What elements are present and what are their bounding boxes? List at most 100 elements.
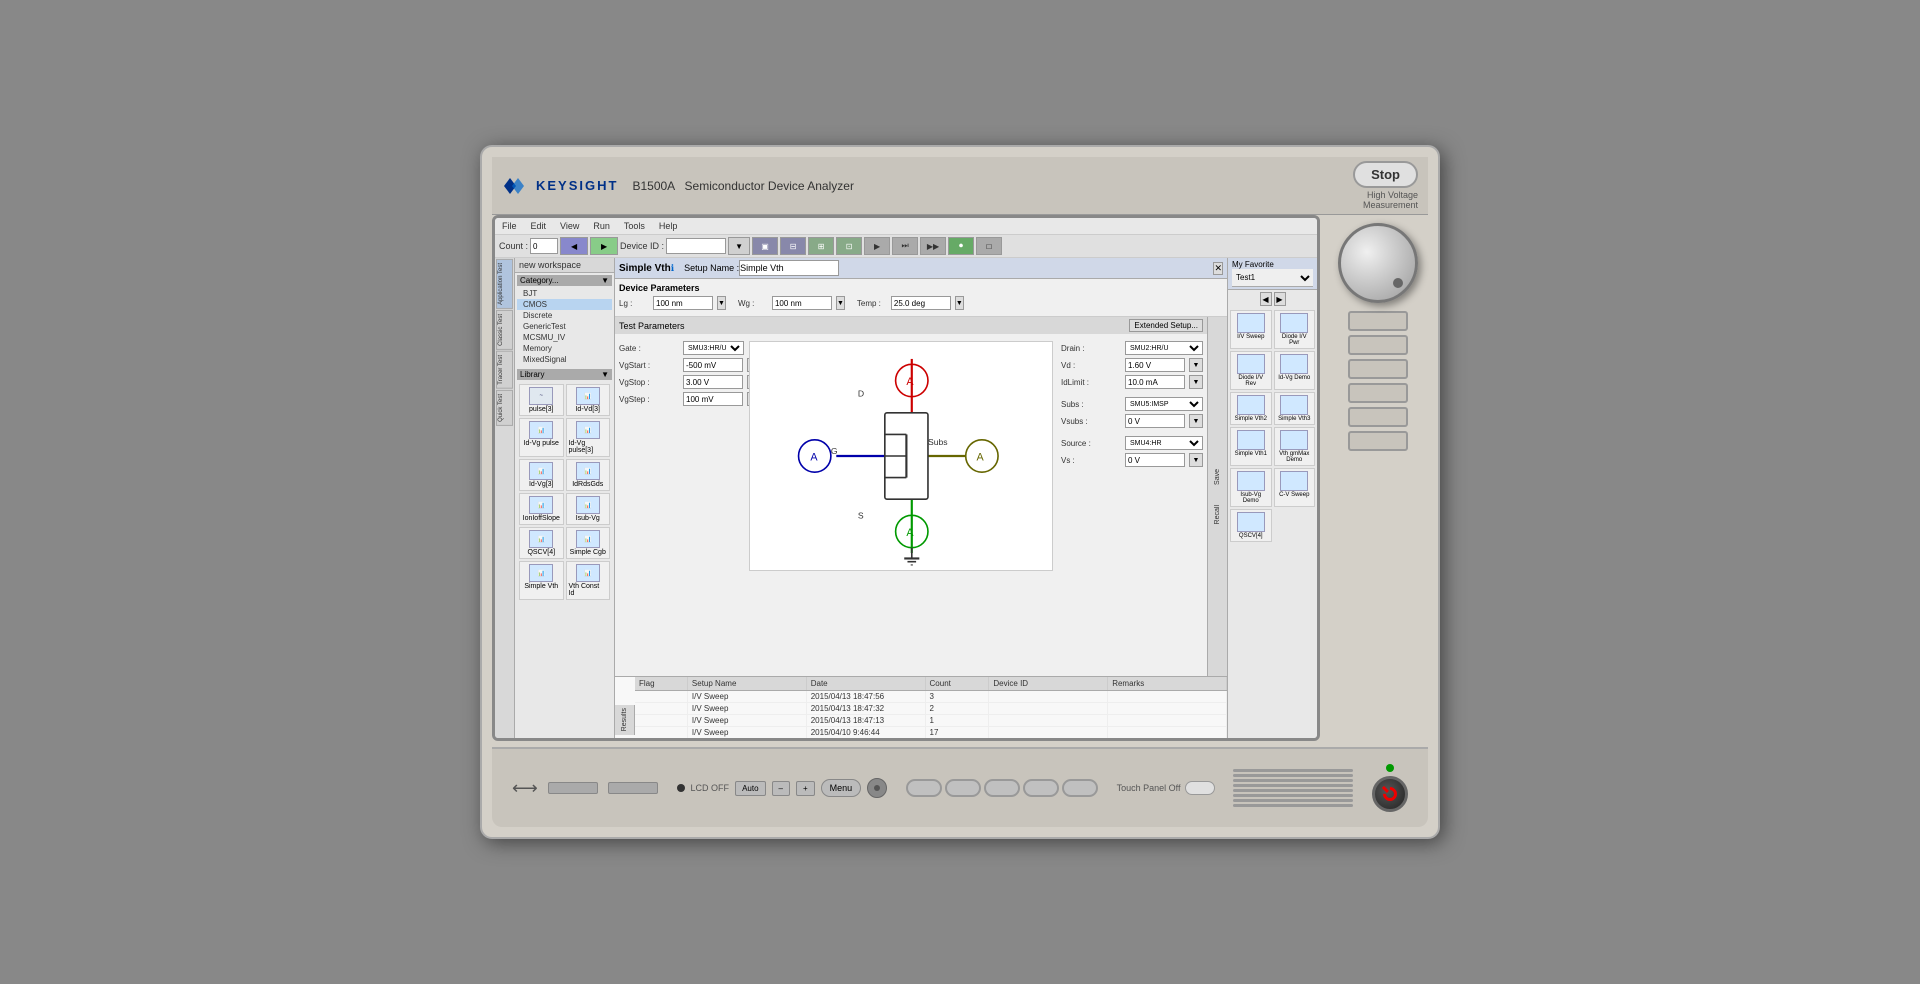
side-btn-5[interactable] (1348, 407, 1408, 427)
tab-application-test[interactable]: Application Test (496, 259, 513, 309)
lg-input[interactable] (653, 296, 713, 310)
toolbar-action-7[interactable]: ▶▶ (920, 237, 946, 255)
setup-close-btn[interactable]: ✕ (1213, 262, 1223, 275)
vgstop-input[interactable] (683, 375, 743, 389)
menu-run[interactable]: Run (590, 220, 613, 232)
cat-discrete[interactable]: Discrete (517, 310, 612, 321)
menu-view[interactable]: View (557, 220, 582, 232)
vs-input[interactable] (1125, 453, 1185, 467)
cat-bjt[interactable]: BJT (517, 288, 612, 299)
lg-unit-btn[interactable]: ▼ (717, 296, 726, 310)
toolbar-btn-2[interactable]: ▶ (590, 237, 618, 255)
table-row[interactable]: I/V Sweep 2015/04/13 18:47:13 1 (635, 715, 1227, 727)
table-row[interactable]: I/V Sweep 2015/04/10 9:46:44 17 (635, 727, 1227, 738)
fav-item[interactable]: Simple Vth3 (1274, 392, 1316, 425)
toolbar-action-6[interactable]: ⏭ (892, 237, 918, 255)
side-btn-4[interactable] (1348, 383, 1408, 403)
list-item[interactable]: 📊 IdRdsGds (566, 459, 611, 491)
vsubs-input[interactable] (1125, 414, 1185, 428)
list-item[interactable]: 📊 Id-Vd[3] (566, 384, 611, 416)
side-btn-2[interactable] (1348, 335, 1408, 355)
list-item[interactable]: ~ pulse[3] (519, 384, 564, 416)
fn-btn-4[interactable] (1023, 779, 1059, 797)
table-row[interactable]: I/V Sweep 2015/04/13 18:47:32 2 (635, 703, 1227, 715)
fav-item[interactable]: Diode I/V Rev (1230, 351, 1272, 390)
list-item[interactable]: 📊 Id-Vg[3] (519, 459, 564, 491)
idlimit-input[interactable] (1125, 375, 1185, 389)
cat-memory[interactable]: Memory (517, 343, 612, 354)
temp-unit-btn[interactable]: ▼ (955, 296, 964, 310)
list-item[interactable]: 📊 QSCV[4] (519, 527, 564, 559)
vgstart-input[interactable] (683, 358, 743, 372)
vd-unit-btn[interactable]: ▼ (1189, 358, 1203, 372)
fav-item[interactable]: Simple Vth2 (1230, 392, 1272, 425)
vgstep-input[interactable] (683, 392, 743, 406)
tab-tracer-test[interactable]: Tracer Test (496, 351, 513, 389)
fn-btn-1[interactable] (906, 779, 942, 797)
toolbar-action-5[interactable]: ▶ (864, 237, 890, 255)
power-button[interactable] (1372, 776, 1408, 812)
toolbar-action-4[interactable]: ⊡ (836, 237, 862, 255)
table-row[interactable]: I/V Sweep 2015/04/13 18:47:56 3 (635, 691, 1227, 703)
gate-smu-select[interactable]: SMU3:HR/U (683, 341, 744, 355)
idlimit-unit-btn[interactable]: ▼ (1189, 375, 1203, 389)
recall-label[interactable]: Recall (1212, 501, 1223, 528)
fn-btn-5[interactable] (1062, 779, 1098, 797)
side-btn-3[interactable] (1348, 359, 1408, 379)
list-item[interactable]: 📊 Isub-Vg (566, 493, 611, 525)
wg-input[interactable] (772, 296, 832, 310)
cat-cmos[interactable]: CMOS (517, 299, 612, 310)
subs-smu-select[interactable]: SMU5:IMSP (1125, 397, 1203, 411)
fav-item[interactable]: C-V Sweep (1274, 468, 1316, 507)
toolbar-action-9[interactable]: □ (976, 237, 1002, 255)
fav-item[interactable]: Diode I/V Pwr (1274, 310, 1316, 349)
lcd-plus-btn[interactable]: + (796, 781, 815, 796)
fav-item[interactable]: Simple Vth1 (1230, 427, 1272, 466)
side-btn-1[interactable] (1348, 311, 1408, 331)
vsubs-unit-btn[interactable]: ▼ (1189, 414, 1203, 428)
touch-panel-toggle[interactable] (1185, 781, 1215, 795)
favorite-folder-select[interactable]: Test1 (1232, 269, 1313, 287)
menu-file[interactable]: File (499, 220, 520, 232)
temp-input[interactable] (891, 296, 951, 310)
count-input[interactable] (530, 238, 558, 254)
rotary-knob[interactable] (1338, 223, 1418, 303)
cat-generictest[interactable]: GenericTest (517, 321, 612, 332)
fav-item[interactable]: Id-Vg Demo (1274, 351, 1316, 390)
source-smu-select[interactable]: SMU4:HR (1125, 436, 1203, 450)
menu-tools[interactable]: Tools (621, 220, 648, 232)
collapse-btn[interactable]: ◀ (1260, 292, 1272, 306)
list-item[interactable]: 📊 IonIoffSlope (519, 493, 564, 525)
list-item[interactable]: 📊 Simple Cgb (566, 527, 611, 559)
vd-input[interactable] (1125, 358, 1185, 372)
list-item[interactable]: 📊 Vth Const Id (566, 561, 611, 600)
tab-classic-test[interactable]: Classic Test (496, 310, 513, 350)
toolbar-btn-1[interactable]: ◀ (560, 237, 588, 255)
setup-name-input[interactable] (739, 260, 839, 276)
toolbar-dropdown[interactable]: ▼ (728, 237, 750, 255)
toolbar-action-8[interactable]: ⏺ (948, 237, 974, 255)
device-id-input[interactable] (666, 238, 726, 254)
vs-unit-btn[interactable]: ▼ (1189, 453, 1203, 467)
fn-btn-2[interactable] (945, 779, 981, 797)
fav-item[interactable]: I/V Sweep (1230, 310, 1272, 349)
expand-btn[interactable]: ▶ (1274, 292, 1286, 306)
cat-mixedsignal[interactable]: MixedSignal (517, 354, 612, 365)
lcd-auto-btn[interactable]: Auto (735, 781, 765, 796)
toolbar-action-2[interactable]: ⊟ (780, 237, 806, 255)
fn-btn-3[interactable] (984, 779, 1020, 797)
list-item[interactable]: 📊 Id-Vg pulse[3] (566, 418, 611, 457)
toolbar-action-1[interactable]: ▣ (752, 237, 778, 255)
toolbar-action-3[interactable]: ⊞ (808, 237, 834, 255)
fav-item[interactable]: Vth gmMax Demo (1274, 427, 1316, 466)
save-label[interactable]: Save (1212, 465, 1223, 489)
joystick-btn[interactable] (867, 778, 887, 798)
cat-mcsmu[interactable]: MCSMU_IV (517, 332, 612, 343)
extended-setup-btn[interactable]: Extended Setup... (1129, 319, 1203, 332)
side-btn-6[interactable] (1348, 431, 1408, 451)
tab-quick-test[interactable]: Quick Test (496, 390, 513, 426)
drain-smu-select[interactable]: SMU2:HR/U (1125, 341, 1203, 355)
lcd-minus-btn[interactable]: – (772, 781, 790, 796)
fav-item[interactable]: Isub-Vg Demo (1230, 468, 1272, 507)
fav-item[interactable]: QSCV[4] (1230, 509, 1272, 542)
